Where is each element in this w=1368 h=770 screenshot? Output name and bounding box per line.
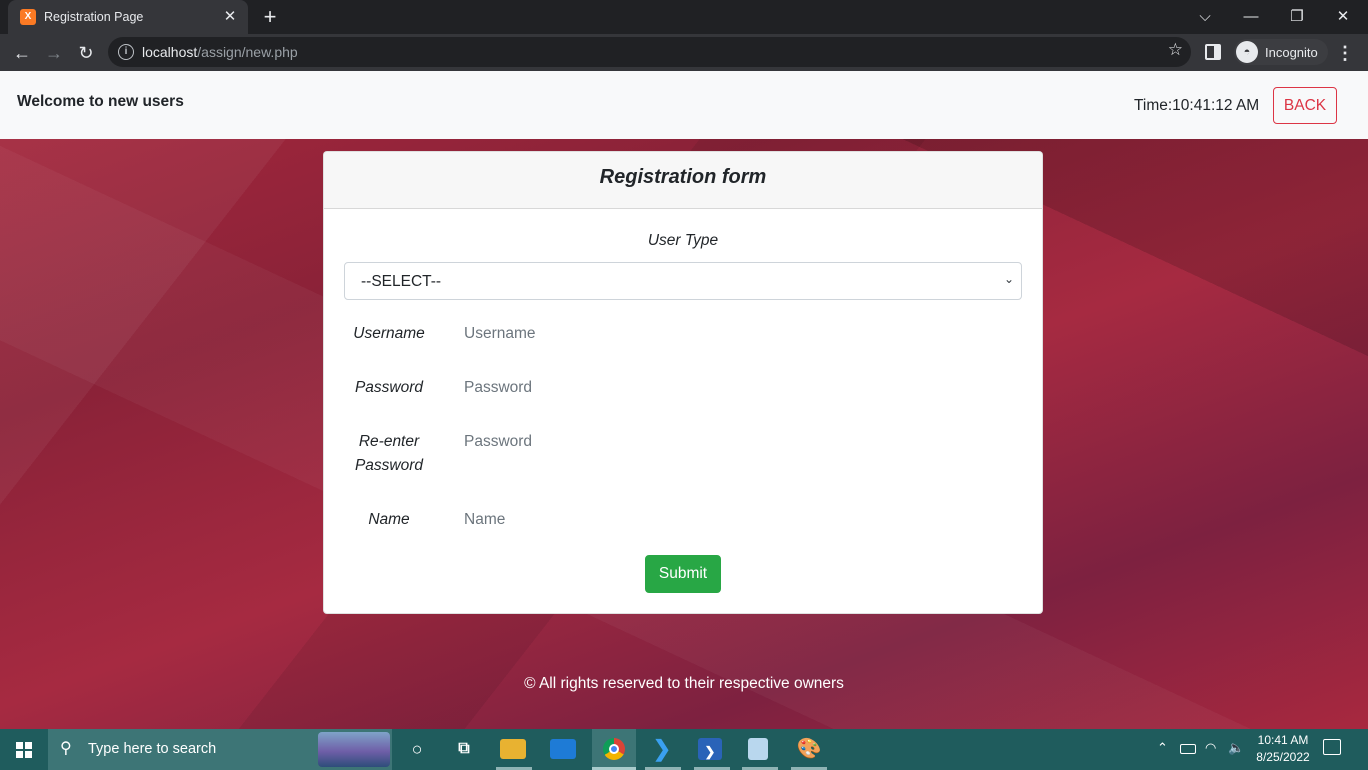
windows-taskbar: ⚲ Type here to search ○ ⧉ ❯ ❯ 🎨 ⌃ ◠ 🔈 10… [0, 729, 1368, 770]
chrome-icon-center [609, 744, 619, 754]
search-icon: ⚲ [60, 740, 72, 757]
clock-date: 8/25/2022 [1256, 750, 1310, 764]
name-label: Name [368, 511, 410, 528]
back-arrow-icon[interactable]: ← [9, 40, 35, 66]
reenter-password-input[interactable] [452, 427, 1012, 457]
search-highlight-image[interactable] [318, 732, 390, 767]
volume-icon[interactable]: 🔈 [1228, 740, 1244, 756]
incognito-label: Incognito [1265, 44, 1318, 60]
time-display: Time:10:41:12 AM [1134, 97, 1260, 114]
username-input[interactable] [452, 319, 1012, 349]
incognito-icon: ◓ [1236, 41, 1258, 63]
taskbar-search-placeholder: Type here to search [88, 741, 217, 757]
address-bar[interactable]: i localhost/assign/new.php ☆ [108, 37, 1191, 67]
site-info-icon[interactable]: i [118, 44, 134, 60]
taskbar-clock[interactable]: 10:41 AM 8/25/2022 [1252, 732, 1314, 766]
taskbar-search-box[interactable]: ⚲ Type here to search [48, 729, 392, 770]
password-input[interactable] [452, 373, 1012, 403]
chrome-taskbar-button[interactable] [592, 729, 636, 770]
paint-icon[interactable]: 🎨 [795, 735, 823, 763]
tab-search-chevron-icon[interactable]: ⌵ [1192, 4, 1218, 30]
reenter-password-label: Re-enter Password [354, 433, 424, 474]
name-input[interactable] [452, 505, 1012, 535]
reload-icon[interactable]: ↻ [73, 40, 99, 66]
user-type-label: User Type [647, 232, 719, 249]
remote-desktop-icon[interactable] [550, 739, 576, 759]
chevron-down-icon: ⌄ [1003, 272, 1015, 286]
clock-time: 10:41 AM [1257, 733, 1309, 747]
card-header: Registration form [324, 152, 1042, 209]
browser-toolbar: ← → ↻ i localhost/assign/new.php ☆ ◓ Inc… [0, 34, 1368, 71]
incognito-profile-button[interactable]: ◓ Incognito [1234, 39, 1328, 65]
browser-menu-icon[interactable]: ⋮ [1336, 40, 1354, 66]
network-icon[interactable]: ◠ [1205, 740, 1216, 756]
username-label: Username [353, 325, 425, 342]
welcome-text: Welcome to new users [17, 93, 184, 110]
tray-overflow-chevron-icon[interactable]: ⌃ [1157, 740, 1168, 756]
password-label: Password [354, 379, 424, 396]
browser-tab[interactable]: X Registration Page ✕ [8, 0, 248, 34]
footer-text: © All rights reserved to their respectiv… [524, 675, 844, 692]
page-content: Welcome to new users Time:10:41:12 AM BA… [0, 71, 1368, 729]
notification-center-icon[interactable] [1323, 739, 1341, 755]
notepad-icon[interactable] [748, 738, 768, 760]
cortana-icon[interactable]: ○ [403, 735, 431, 763]
minimize-button[interactable]: — [1238, 4, 1264, 30]
submit-button[interactable]: Submit [645, 555, 721, 593]
close-window-button[interactable]: ✕ [1330, 4, 1356, 30]
user-type-select[interactable]: --SELECT-- ⌄ [344, 262, 1022, 300]
start-button[interactable] [0, 729, 48, 770]
tab-title: Registration Page [44, 10, 144, 24]
restore-button[interactable]: ❐ [1284, 4, 1310, 30]
page-header: Welcome to new users Time:10:41:12 AM BA… [0, 71, 1368, 139]
file-explorer-icon[interactable] [500, 739, 526, 759]
bookmark-star-icon[interactable]: ☆ [1168, 40, 1183, 60]
xampp-favicon-icon: X [20, 9, 36, 25]
side-panel-icon[interactable] [1205, 44, 1221, 60]
address-url[interactable]: localhost/assign/new.php [142, 44, 298, 60]
tab-close-icon[interactable]: ✕ [220, 7, 240, 27]
browser-tab-strip: X Registration Page ✕ + ⌵ — ❐ ✕ [0, 0, 1368, 34]
powershell-icon[interactable]: ❯ [698, 738, 722, 760]
registration-card: Registration form User Type --SELECT-- ⌄… [323, 151, 1043, 614]
battery-icon[interactable] [1180, 744, 1196, 754]
back-button[interactable]: BACK [1273, 87, 1337, 124]
forward-arrow-icon[interactable]: → [41, 40, 67, 66]
task-view-icon[interactable]: ⧉ [450, 735, 478, 763]
new-tab-button[interactable]: + [258, 5, 282, 29]
vscode-icon[interactable]: ❯ [648, 735, 676, 763]
windows-logo-icon [16, 742, 32, 758]
form-title: Registration form [599, 166, 767, 188]
user-type-selected-value: --SELECT-- [361, 273, 442, 290]
